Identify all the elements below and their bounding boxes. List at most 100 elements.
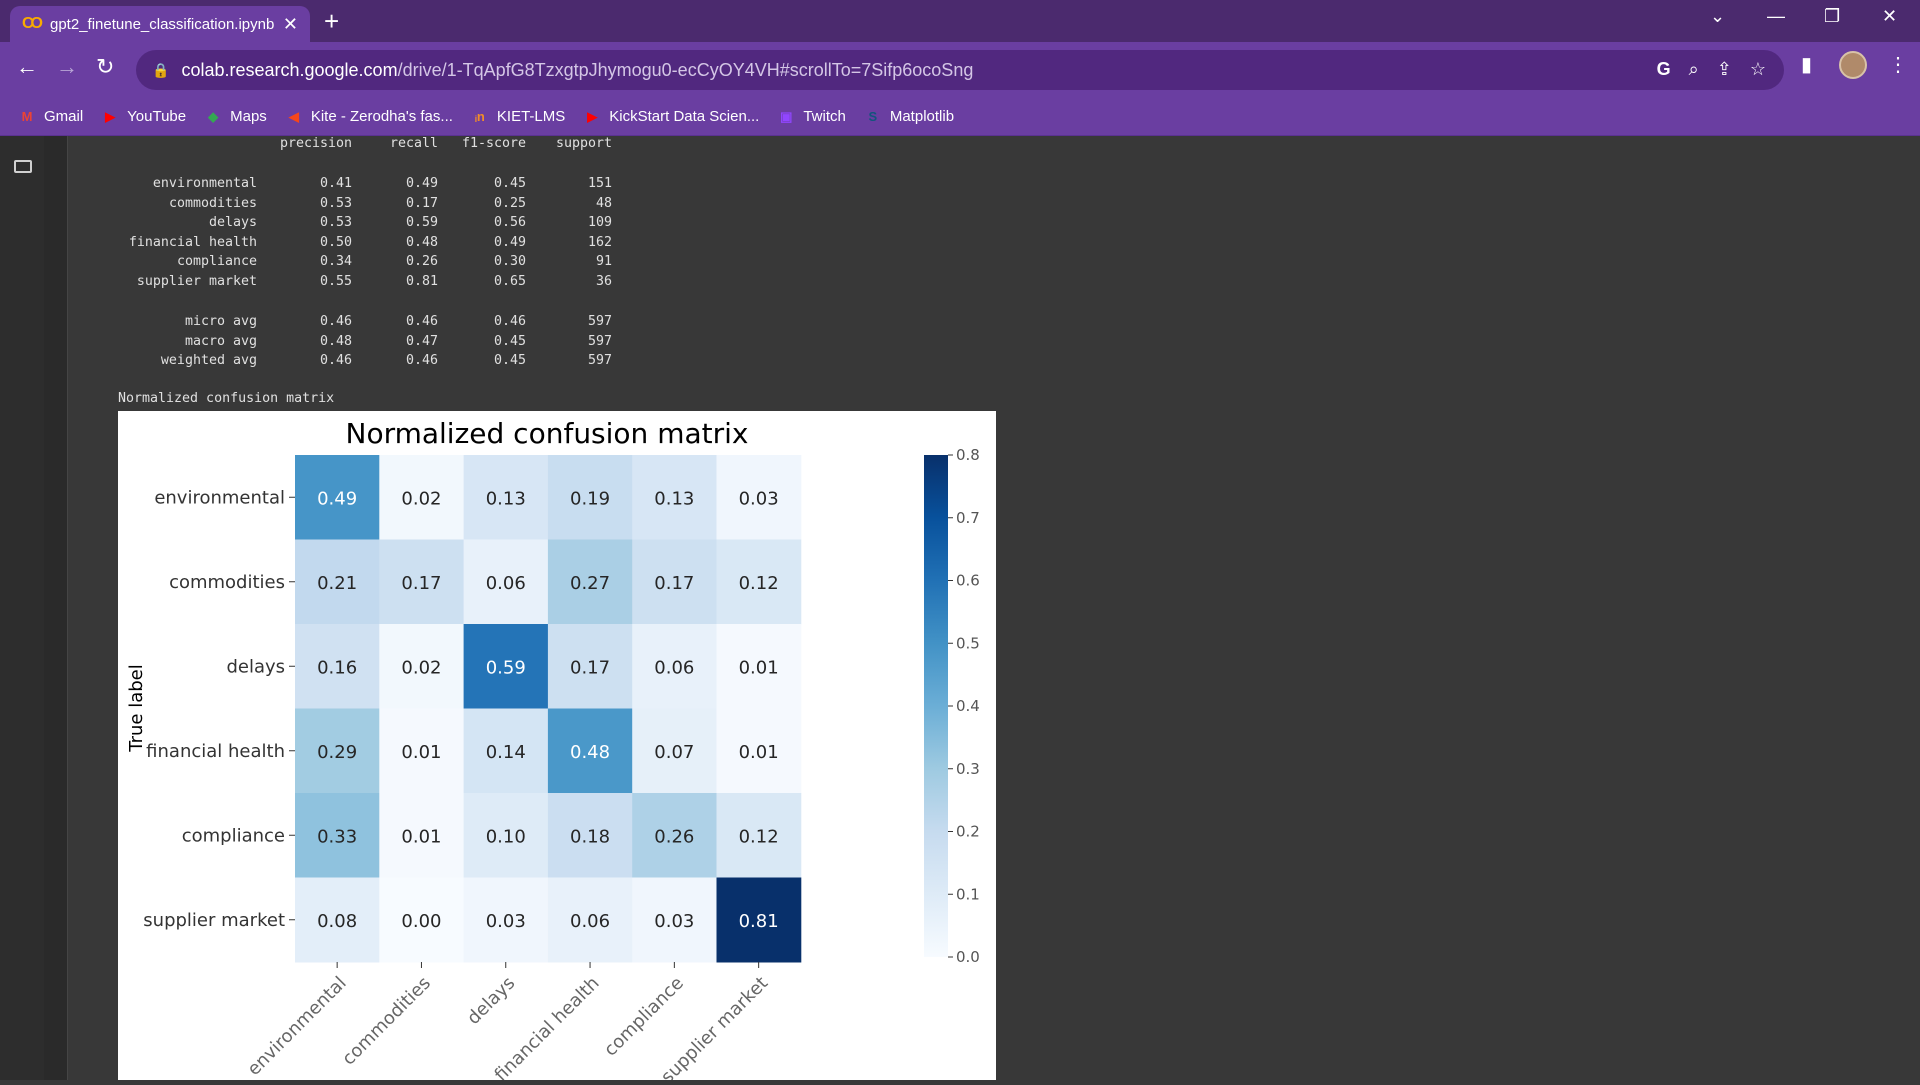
cell-value-label: 0.01 [401, 742, 441, 763]
y-tick-label: compliance [182, 825, 285, 846]
colorbar [924, 455, 948, 957]
report-cell: 162 [587, 234, 612, 250]
google-lens-icon[interactable]: G [1657, 59, 1671, 80]
colorbar-tick-label: 0.3 [956, 760, 980, 778]
cell-value-label: 0.26 [654, 826, 694, 847]
colab-icon: CO [22, 15, 43, 32]
youtube-icon: ▶ [587, 108, 598, 124]
bookmark-kickstart[interactable]: ▶ KickStart Data Scien... [583, 108, 759, 125]
cell-value-label: 0.01 [401, 826, 441, 847]
x-tick-label: delays [463, 973, 519, 1029]
menu-kebab-icon[interactable]: ⋮ [1888, 52, 1908, 77]
report-cell: 597 [587, 353, 612, 368]
y-axis-label: True label [126, 664, 147, 753]
matplotlib-icon: S [868, 108, 878, 124]
report-header: support [555, 136, 612, 151]
back-arrow-icon[interactable]: ← [16, 54, 38, 80]
colorbar-tick-label: 0.1 [956, 885, 980, 903]
tab-title: gpt2_finetune_classification.ipynb [50, 15, 275, 33]
address-bar[interactable]: 🔒 colab.research.google.com/drive/1-TqAp… [136, 50, 1784, 90]
colorbar-tick-label: 0.5 [956, 634, 980, 652]
bookmark-label: Kite - Zerodha's fas... [310, 108, 453, 125]
tab-notebook[interactable]: CO gpt2_finetune_classification.ipynb ✕ [10, 6, 310, 42]
bookmarks-bar: M Gmail ▶ YouTube ◆ Maps ◀ Kite - Zerodha's fas… [0, 98, 1920, 136]
x-tick-label: compliance [600, 973, 688, 1061]
cell-value-label: 0.18 [570, 826, 610, 847]
kite-icon: ◀ [288, 108, 299, 124]
bookmark-kite[interactable]: ◀ Kite - Zerodha's fas... [285, 108, 453, 125]
share-icon[interactable]: ⇪ [1717, 59, 1732, 80]
colorbar-tick-label: 0.7 [956, 509, 980, 527]
cell-value-label: 0.03 [654, 911, 694, 932]
cell-value-label: 0.49 [317, 488, 357, 509]
minimize-button[interactable]: — [1767, 6, 1785, 27]
colorbar-tick-label: 0.6 [956, 572, 980, 590]
tab-search-chevron-icon[interactable]: ⌄ [1710, 6, 1725, 27]
report-cell: 151 [587, 176, 612, 191]
bookmark-twitch[interactable]: ▣ Twitch [777, 108, 846, 125]
folder-icon[interactable] [14, 160, 32, 173]
confusion-matrix-figure: Normalized confusion matrix 0.49 0.02 0.13 0… [118, 411, 996, 1085]
y-tick-label: commodities [169, 572, 285, 593]
confusion-matrix-chart: Normalized confusion matrix 0.49 0.02 0.13 0… [126, 417, 980, 1085]
report-cell: 48 [595, 195, 612, 211]
report-cell: 597 [587, 333, 612, 349]
forward-arrow-icon[interactable]: → [56, 54, 78, 80]
bookmark-label: Matplotlib [889, 108, 955, 125]
browser-toolbar: ← → ↻ 🔒 colab.research.google.com/drive/… [0, 42, 1920, 98]
bookmark-maps[interactable]: ◆ Maps [204, 108, 267, 125]
side-panel-icon[interactable]: ▮ [1801, 52, 1812, 77]
cell-value-label: 0.03 [739, 488, 779, 509]
twitch-icon: ▣ [780, 108, 793, 124]
bookmark-label: KIET-LMS [496, 108, 566, 125]
report-cell: 91 [595, 254, 612, 269]
cell-value-label: 0.29 [317, 742, 357, 763]
colorbar-tick-label: 0.4 [956, 697, 980, 715]
x-tick-label: commodities [338, 973, 435, 1070]
url-path: /drive/1-TqApfG8TzxgtpJhymogu0-ecCyOY4VH… [397, 59, 974, 80]
bookmark-gmail[interactable]: M Gmail [18, 108, 84, 125]
bookmark-youtube[interactable]: ▶ YouTube [101, 108, 186, 125]
colab-left-rail [0, 136, 44, 1080]
bookmark-star-icon[interactable]: ☆ [1750, 59, 1766, 80]
cell-value-label: 0.27 [570, 573, 610, 594]
cell-value-label: 0.00 [401, 911, 441, 932]
cell-value-label: 0.13 [486, 488, 526, 509]
cell-value-label: 0.02 [401, 488, 441, 509]
cell-value-label: 0.21 [317, 573, 357, 594]
cell-value-label: 0.03 [486, 911, 526, 932]
lock-icon[interactable]: 🔒 [152, 62, 169, 79]
y-tick-label: supplier market [143, 910, 285, 931]
cell-value-label: 0.19 [570, 488, 610, 509]
zoom-icon[interactable]: ⌕ [1689, 59, 1699, 80]
colorbar-tick-label: 0.2 [956, 823, 980, 841]
cell-value-label: 0.06 [570, 911, 610, 932]
cell-value-label: 0.07 [654, 742, 694, 763]
cell-value-label: 0.17 [570, 657, 610, 678]
cell-value-label: 0.12 [739, 826, 779, 847]
bookmark-matplotlib[interactable]: S Matplotlib [864, 108, 955, 125]
kiet-icon: ᵢn [475, 108, 485, 124]
cell-value-label: 0.17 [401, 573, 441, 594]
cm-caption: Normalized confusion matrix [118, 391, 335, 406]
bookmark-label: YouTube [127, 108, 187, 125]
avatar[interactable] [1839, 51, 1867, 79]
y-tick-label: financial health [146, 741, 285, 762]
y-tick-label: environmental [154, 487, 285, 508]
url-host: colab.research.google.com [181, 59, 398, 80]
bookmark-kietlms[interactable]: ᵢn KIET-LMS [471, 108, 565, 125]
new-tab-button[interactable]: + [324, 6, 339, 37]
cell-value-label: 0.06 [654, 657, 694, 678]
chart-title: Normalized confusion matrix [346, 417, 749, 450]
close-window-button[interactable]: ✕ [1882, 6, 1897, 27]
colorbar-tick-label: 0.0 [956, 948, 980, 966]
cell-value-label: 0.17 [654, 573, 694, 594]
restore-button[interactable]: ❐ [1824, 6, 1840, 27]
bookmark-label: KickStart Data Scien... [609, 108, 760, 125]
browser-titlebar: CO gpt2_finetune_classification.ipynb ✕ … [0, 0, 1920, 42]
colorbar-tick-label: 0.8 [956, 446, 980, 464]
cell-value-label: 0.08 [317, 911, 357, 932]
close-tab-icon[interactable]: ✕ [283, 14, 298, 35]
bookmark-label: Twitch [803, 108, 846, 125]
reload-icon[interactable]: ↻ [96, 54, 114, 80]
